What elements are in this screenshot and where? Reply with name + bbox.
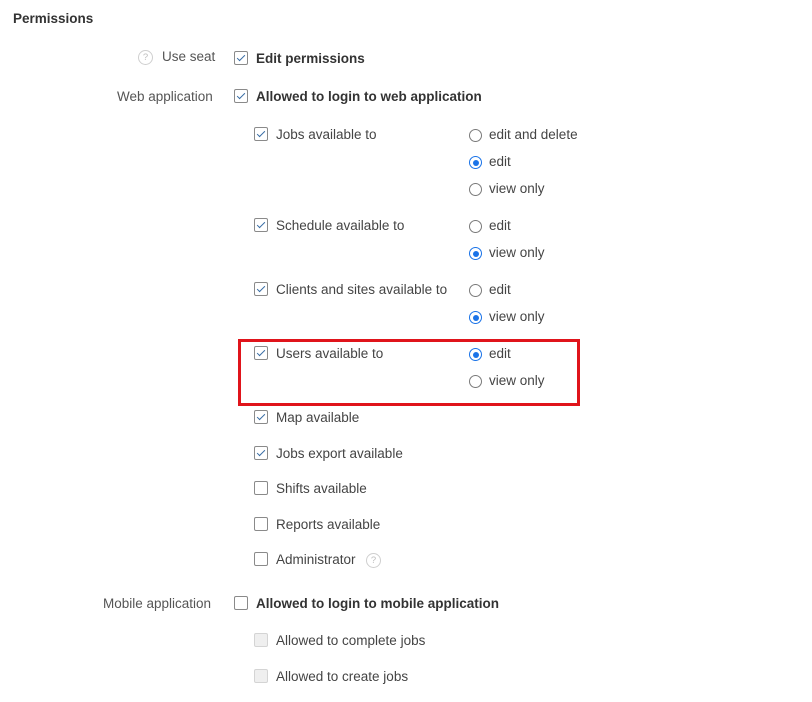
edit-permissions-checkbox[interactable]	[234, 51, 248, 65]
section-title: Permissions	[13, 11, 94, 26]
create-jobs-label: Allowed to create jobs	[276, 669, 409, 684]
clients-option-label: edit	[489, 282, 511, 297]
schedule-radio-edit[interactable]	[469, 220, 482, 233]
jobs-radio-edit-and-delete[interactable]	[469, 129, 482, 142]
question-icon[interactable]: ?	[366, 553, 381, 568]
complete-jobs-checkbox[interactable]	[254, 633, 268, 647]
jobs-radio-view-only[interactable]	[469, 183, 482, 196]
schedule-option-label: edit	[489, 218, 511, 233]
web-application-label: Web application	[117, 89, 213, 104]
jobs-option-label: edit	[489, 154, 511, 169]
schedule-radio-view-only[interactable]	[469, 247, 482, 260]
web-login-checkbox[interactable]	[234, 89, 248, 103]
users-available-label: Users available to	[276, 346, 384, 361]
jobs-option-label: view only	[489, 181, 545, 196]
clients-sites-label: Clients and sites available to	[276, 282, 448, 297]
reports-available-checkbox[interactable]	[254, 517, 268, 531]
jobs-export-label: Jobs export available	[276, 446, 403, 461]
users-option-label: view only	[489, 373, 545, 388]
clients-sites-checkbox[interactable]	[254, 282, 268, 296]
complete-jobs-label: Allowed to complete jobs	[276, 633, 426, 648]
users-radio-edit[interactable]	[469, 348, 482, 361]
schedule-option-label: view only	[489, 245, 545, 260]
administrator-label: Administrator	[276, 552, 356, 567]
mobile-login-checkbox[interactable]	[234, 596, 248, 610]
reports-available-label: Reports available	[276, 517, 381, 532]
create-jobs-checkbox[interactable]	[254, 669, 268, 683]
shifts-available-label: Shifts available	[276, 481, 367, 496]
clients-radio-view-only[interactable]	[469, 311, 482, 324]
clients-radio-edit[interactable]	[469, 284, 482, 297]
question-icon[interactable]: ?	[138, 50, 153, 65]
jobs-available-checkbox[interactable]	[254, 127, 268, 141]
jobs-radio-edit[interactable]	[469, 156, 482, 169]
mobile-login-label: Allowed to login to mobile application	[256, 596, 499, 611]
mobile-application-label: Mobile application	[103, 596, 212, 611]
edit-permissions-label: Edit permissions	[256, 51, 365, 66]
users-option-label: edit	[489, 346, 511, 361]
clients-option-label: view only	[489, 309, 545, 324]
administrator-checkbox[interactable]	[254, 552, 268, 566]
jobs-export-checkbox[interactable]	[254, 446, 268, 460]
map-available-label: Map available	[276, 410, 360, 425]
users-available-checkbox[interactable]	[254, 346, 268, 360]
shifts-available-checkbox[interactable]	[254, 481, 268, 495]
jobs-option-label: edit and delete	[489, 127, 578, 142]
jobs-available-label: Jobs available to	[276, 127, 377, 142]
map-available-checkbox[interactable]	[254, 410, 268, 424]
schedule-available-checkbox[interactable]	[254, 218, 268, 232]
use-seat-label: Use seat	[162, 49, 216, 64]
web-login-label: Allowed to login to web application	[256, 89, 482, 104]
users-radio-view-only[interactable]	[469, 375, 482, 388]
schedule-available-label: Schedule available to	[276, 218, 405, 233]
